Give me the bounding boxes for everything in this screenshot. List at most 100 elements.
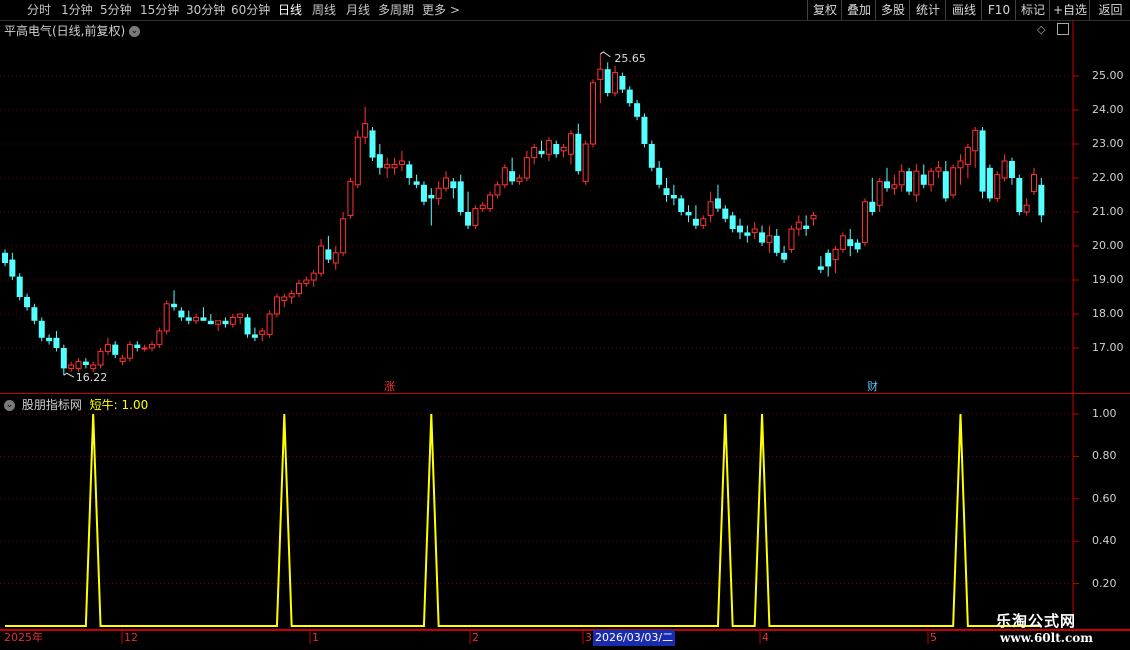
- timeframe-8[interactable]: 月线: [346, 0, 370, 20]
- toolbar-button-4[interactable]: 画线: [945, 0, 982, 20]
- candle: [222, 317, 229, 328]
- candle: [362, 106, 369, 144]
- candle: [310, 269, 317, 287]
- toolbar-button-2[interactable]: 多股: [875, 0, 910, 20]
- candle: [97, 348, 104, 369]
- candle: [634, 99, 641, 121]
- timeframe-0[interactable]: 分时: [27, 0, 51, 20]
- timeframe-1[interactable]: 1分钟: [61, 0, 93, 20]
- candle: [737, 218, 743, 240]
- candle: [163, 300, 170, 335]
- indicator-chart[interactable]: [0, 394, 1130, 630]
- toolbar-button-8[interactable]: 返回: [1089, 0, 1130, 20]
- min-pointer: [63, 372, 75, 378]
- date-axis-label: 4: [762, 631, 769, 644]
- candle: [273, 293, 280, 318]
- indicator-y-label: 0.40: [1092, 534, 1117, 548]
- candle: [420, 181, 427, 206]
- timeframe-4[interactable]: 30分钟: [186, 0, 225, 20]
- date-axis-label: 3: [585, 631, 592, 644]
- candle: [604, 62, 611, 97]
- candle: [149, 341, 155, 352]
- candle: [46, 334, 53, 345]
- candle: [942, 161, 949, 202]
- kline-y-label: 21.00: [1092, 205, 1124, 218]
- candle: [215, 320, 222, 331]
- candle: [700, 215, 707, 229]
- chevron-down-icon[interactable]: ⌄: [129, 26, 141, 37]
- candle: [575, 123, 582, 175]
- candle: [340, 212, 347, 257]
- timeframe-6[interactable]: 日线: [278, 0, 302, 20]
- date-axis-label: 5: [930, 631, 937, 644]
- candle: [810, 212, 817, 226]
- duanniu-series-line: [5, 413, 1042, 627]
- candle: [759, 225, 766, 246]
- candle: [751, 222, 758, 240]
- candle: [354, 130, 361, 189]
- toolbar-button-5[interactable]: F10: [981, 0, 1016, 20]
- timeframe-7[interactable]: 周线: [312, 0, 336, 20]
- candle: [325, 235, 332, 263]
- timeframe-9[interactable]: 多周期: [378, 0, 414, 20]
- candle: [244, 314, 251, 338]
- candle: [928, 167, 935, 192]
- watermark-title: 乐淘公式网: [996, 612, 1077, 630]
- candle: [979, 127, 986, 199]
- timeframe-3[interactable]: 15分钟: [140, 0, 179, 20]
- candle: [744, 225, 751, 243]
- chevron-down-icon[interactable]: ⌄: [4, 400, 15, 411]
- candle: [707, 191, 714, 223]
- toolbar-button-3[interactable]: 统计: [909, 0, 946, 20]
- candle: [171, 290, 178, 311]
- kline-y-label: 17.00: [1092, 341, 1124, 354]
- candle: [1001, 154, 1008, 182]
- candle: [884, 167, 890, 192]
- date-axis-label: 2026/03/03/二: [593, 630, 676, 646]
- candle: [251, 327, 258, 342]
- candle: [413, 174, 420, 189]
- candle: [920, 164, 927, 189]
- kline-panel: 25.65 16.22 涨 财 平高电气(日线,前复权) ⌄ ◇ 25.00 24.00…: [0, 20, 1130, 394]
- indicator-y-label: 0.60: [1092, 491, 1117, 505]
- candle: [9, 252, 16, 280]
- candle: [898, 164, 905, 192]
- candle: [1016, 174, 1023, 216]
- diamond-icon[interactable]: ◇: [1037, 23, 1045, 36]
- candle: [906, 167, 913, 195]
- timeframe-10[interactable]: 更多 >: [422, 0, 460, 20]
- indicator-y-label: 0.20: [1092, 576, 1117, 590]
- kline-y-label: 24.00: [1092, 103, 1124, 116]
- timeframe-5[interactable]: 60分钟: [231, 0, 270, 20]
- candle: [501, 164, 508, 189]
- candle: [722, 205, 729, 223]
- event-marker-cai[interactable]: 财: [867, 379, 878, 393]
- candle: [229, 314, 236, 328]
- candle: [854, 239, 861, 253]
- candle: [626, 86, 633, 107]
- candle: [288, 290, 295, 304]
- toolbar-button-1[interactable]: 叠加: [841, 0, 876, 20]
- candle: [53, 331, 60, 352]
- candle: [994, 171, 1001, 202]
- toolbar-button-7[interactable]: +自选: [1049, 0, 1090, 20]
- indicator-title: ⌄ 股朋指标网 短牛: 1.00: [4, 396, 148, 413]
- period-toolbar: 分时 1分钟 5分钟 15分钟 30分钟 60分钟 日线 周线 月线 多周期 更多 > 复权 叠加 多股统…: [0, 0, 1130, 21]
- candle: [332, 246, 339, 270]
- candle: [156, 327, 163, 348]
- candle: [685, 205, 692, 223]
- candle: [369, 127, 376, 161]
- candle: [663, 178, 670, 202]
- toolbar-button-6[interactable]: 标记: [1015, 0, 1050, 20]
- toolbar-button-0[interactable]: 复权: [807, 0, 842, 20]
- candle: [692, 205, 699, 229]
- candle: [60, 344, 67, 376]
- kline-chart[interactable]: 25.65 16.22 涨 财: [0, 20, 1130, 394]
- min-price-label: 16.22: [76, 371, 108, 384]
- candle: [869, 178, 876, 216]
- candle: [825, 249, 832, 277]
- candle: [560, 144, 567, 158]
- timeframe-2[interactable]: 5分钟: [100, 0, 132, 20]
- event-marker-zhang[interactable]: 涨: [384, 380, 395, 393]
- panel-toggle-icon[interactable]: [1057, 23, 1069, 35]
